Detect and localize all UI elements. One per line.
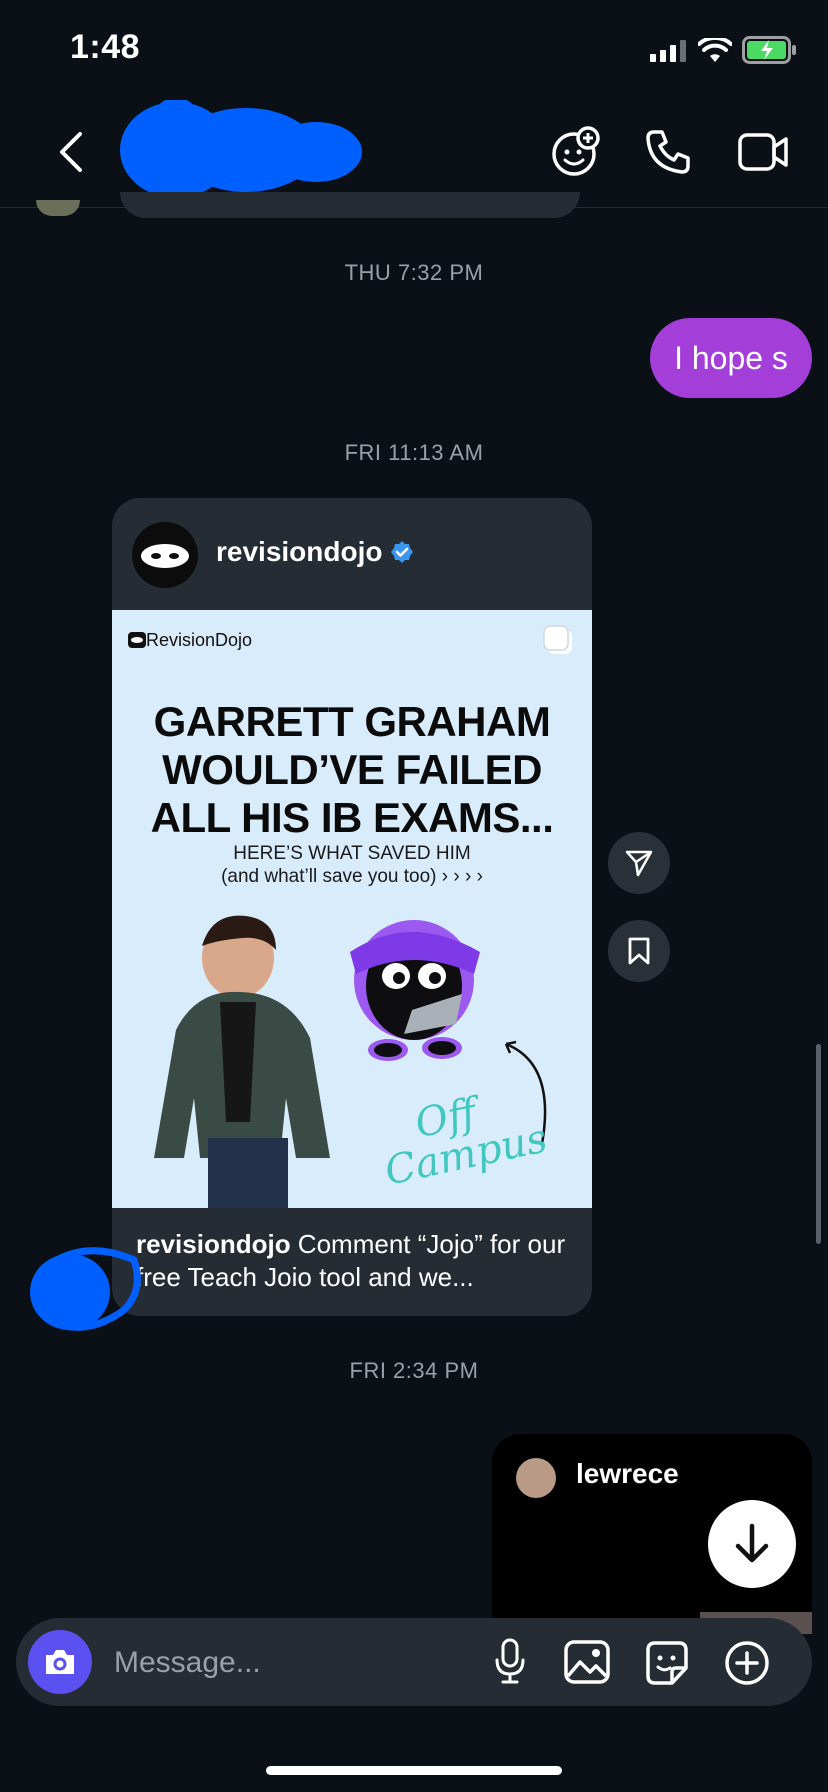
bookmark-icon bbox=[628, 937, 650, 965]
sender-avatar-redacted[interactable] bbox=[24, 1244, 142, 1336]
camera-icon bbox=[46, 1650, 74, 1674]
verified-badge-icon bbox=[390, 540, 414, 564]
ninja-mascot-illustration bbox=[342, 910, 492, 1070]
sticker-icon[interactable] bbox=[644, 1640, 690, 1686]
brand-logo-icon bbox=[128, 632, 146, 648]
post-headline: GARRETT GRAHAM WOULD’VE FAILED ALL HIS I… bbox=[112, 698, 592, 842]
post-image[interactable]: RevisionDojo GARRETT GRAHAM WOULD’VE FAI… bbox=[112, 610, 592, 1208]
scroll-to-bottom-button[interactable] bbox=[708, 1500, 796, 1588]
message-input[interactable] bbox=[112, 1634, 446, 1692]
home-indicator[interactable] bbox=[266, 1766, 562, 1775]
post-author-username[interactable]: revisiondojo bbox=[216, 536, 382, 568]
battery-charging-icon bbox=[742, 36, 798, 64]
save-button[interactable] bbox=[608, 920, 670, 982]
timestamp: FRI 11:13 AM bbox=[344, 440, 484, 465]
scrollbar[interactable] bbox=[816, 1044, 821, 1244]
microphone-icon[interactable] bbox=[494, 1638, 526, 1686]
brand-name: RevisionDojo bbox=[146, 630, 253, 650]
subhead-line: HERE’S WHAT SAVED HIM bbox=[233, 843, 471, 864]
caption-username[interactable]: revisiondojo bbox=[136, 1229, 291, 1259]
cellular-signal-icon bbox=[650, 40, 690, 62]
outgoing-message-bubble[interactable]: I hope s bbox=[650, 318, 812, 398]
shared-post-card[interactable]: revisiondojo RevisionDojo GARRETT GRAHAM… bbox=[112, 498, 592, 1316]
headline-line: ALL HIS IB EXAMS... bbox=[150, 794, 554, 841]
carousel-indicator-icon bbox=[542, 624, 576, 658]
message-composer bbox=[16, 1618, 812, 1706]
reel-author-username[interactable]: lewrece bbox=[576, 1458, 679, 1490]
post-author-avatar[interactable] bbox=[132, 522, 198, 588]
person-photo bbox=[146, 910, 346, 1208]
off-campus-doodle-text: Off Campus bbox=[380, 1089, 552, 1195]
share-button[interactable] bbox=[608, 832, 670, 894]
timestamp: THU 7:32 PM bbox=[344, 260, 484, 285]
camera-button[interactable] bbox=[28, 1630, 92, 1694]
post-header: revisiondojo bbox=[112, 498, 592, 610]
headline-line: GARRETT GRAHAM bbox=[153, 698, 551, 745]
sticker-add-icon[interactable] bbox=[550, 126, 602, 178]
sender-avatar-partial bbox=[36, 200, 80, 216]
reel-author-avatar[interactable] bbox=[516, 1458, 556, 1498]
headline-line: WOULD’VE FAILED bbox=[162, 746, 542, 793]
post-caption: revisiondojo Comment “Jojo” for our free… bbox=[136, 1228, 572, 1294]
gallery-icon[interactable] bbox=[564, 1640, 610, 1684]
paper-plane-icon bbox=[625, 850, 653, 877]
subhead-line: (and what’ll save you too) › › › › bbox=[221, 866, 483, 887]
post-subhead: HERE’S WHAT SAVED HIM (and what’ll save … bbox=[112, 842, 592, 888]
timestamp: FRI 2:34 PM bbox=[349, 1358, 479, 1383]
phone-icon[interactable] bbox=[644, 128, 692, 176]
wifi-icon bbox=[698, 38, 732, 64]
previous-message-edge bbox=[120, 192, 580, 218]
video-camera-icon[interactable] bbox=[738, 132, 790, 172]
add-plus-icon[interactable] bbox=[724, 1640, 770, 1686]
back-chevron-icon[interactable] bbox=[56, 130, 86, 174]
arrow-down-icon bbox=[735, 1523, 769, 1563]
status-time: 1:48 bbox=[70, 28, 141, 66]
